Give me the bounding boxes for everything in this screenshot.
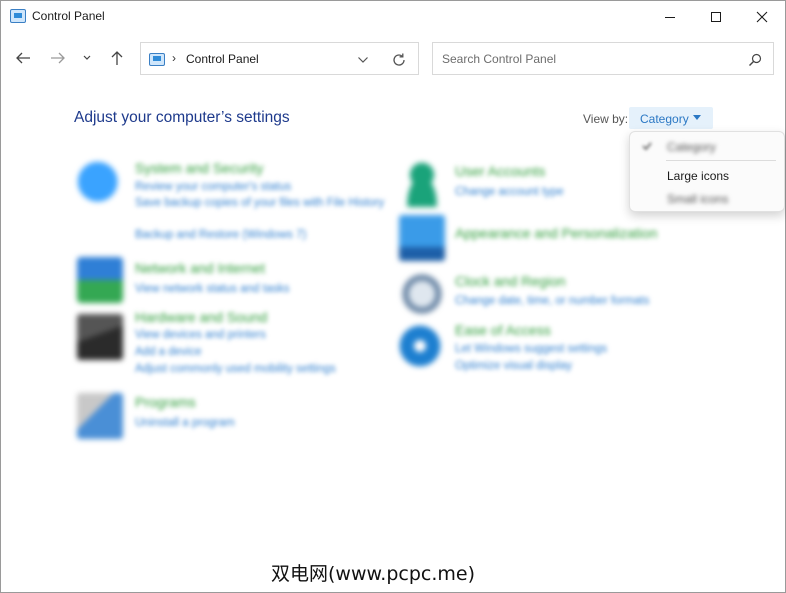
- caret-down-icon: [693, 115, 701, 120]
- refresh-icon: [393, 53, 405, 66]
- breadcrumb-separator[interactable]: ›: [172, 51, 176, 65]
- category-link[interactable]: Let Windows suggest settings: [455, 343, 607, 355]
- up-button[interactable]: [105, 46, 129, 70]
- refresh-button[interactable]: [389, 51, 409, 69]
- control-panel-window: Control Panel › Control Panel Search Con…: [0, 0, 786, 593]
- close-icon: [756, 11, 768, 22]
- category-link[interactable]: Save backup copies of your files with Fi…: [135, 197, 384, 209]
- chevron-down-icon: [358, 57, 368, 63]
- category-link[interactable]: Change account type: [455, 186, 564, 198]
- page-title: Adjust your computer’s settings: [74, 109, 290, 126]
- breadcrumb-control-panel[interactable]: Control Panel: [186, 52, 259, 66]
- category-link[interactable]: View network status and tasks: [135, 283, 289, 295]
- search-icon[interactable]: [747, 52, 763, 68]
- back-button[interactable]: [11, 46, 35, 70]
- arrow-right-icon: [51, 52, 65, 64]
- minimize-button[interactable]: [647, 1, 693, 32]
- menu-item-large-icons[interactable]: Large icons: [630, 164, 784, 188]
- category-title[interactable]: User Accounts: [455, 163, 545, 179]
- view-by-menu: Category Large icons Small icons: [629, 131, 785, 212]
- watermark-text: 双电网(www.pcpc.me): [271, 563, 475, 585]
- forward-button[interactable]: [46, 46, 70, 70]
- menu-divider: [666, 160, 776, 161]
- menu-item-category[interactable]: Category: [630, 135, 784, 159]
- address-bar[interactable]: › Control Panel: [140, 42, 419, 75]
- address-history-button[interactable]: [353, 52, 373, 68]
- ease-of-access-icon: [397, 323, 443, 369]
- shield-icon: [77, 161, 123, 207]
- search-input[interactable]: Search Control Panel: [442, 52, 556, 66]
- control-panel-icon: [149, 53, 165, 66]
- category-title[interactable]: Clock and Region: [455, 273, 566, 289]
- category-title[interactable]: Appearance and Personalization: [455, 225, 657, 241]
- category-link[interactable]: Backup and Restore (Windows 7): [135, 229, 306, 241]
- category-link[interactable]: Adjust commonly used mobility settings: [135, 363, 336, 375]
- category-title[interactable]: Programs: [135, 394, 196, 410]
- maximize-icon: [711, 11, 721, 22]
- menu-item-small-icons[interactable]: Small icons: [630, 187, 784, 211]
- menu-item-label: Small icons: [667, 192, 729, 206]
- appearance-icon: [399, 215, 445, 261]
- view-by-value: Category: [640, 112, 689, 126]
- user-accounts-icon: [399, 161, 445, 207]
- category-link[interactable]: Uninstall a program: [135, 417, 235, 429]
- category-title[interactable]: Hardware and Sound: [135, 309, 267, 325]
- arrow-up-icon: [111, 51, 123, 65]
- category-title[interactable]: System and Security: [135, 160, 263, 176]
- view-by-dropdown[interactable]: Category: [629, 107, 713, 129]
- category-link[interactable]: Change date, time, or number formats: [455, 295, 649, 307]
- menu-item-label: Large icons: [667, 169, 730, 183]
- chevron-down-icon: [83, 55, 91, 60]
- search-box[interactable]: Search Control Panel: [432, 42, 774, 75]
- clock-globe-icon: [399, 271, 445, 317]
- category-link[interactable]: Add a device: [135, 346, 202, 358]
- category-title[interactable]: Ease of Access: [455, 322, 551, 338]
- view-by-label: View by:: [583, 112, 629, 126]
- programs-icon: [77, 393, 123, 439]
- close-button[interactable]: [739, 1, 785, 32]
- window-title: Control Panel: [32, 9, 105, 23]
- title-bar[interactable]: Control Panel: [1, 1, 785, 32]
- menu-item-label: Category: [667, 140, 716, 154]
- category-link[interactable]: Optimize visual display: [455, 360, 572, 372]
- recent-locations-button[interactable]: [77, 46, 97, 70]
- printer-speaker-icon: [77, 314, 123, 360]
- category-link[interactable]: View devices and printers: [135, 329, 266, 341]
- checkmark-icon: [642, 142, 652, 151]
- network-globe-icon: [77, 257, 123, 303]
- control-panel-icon: [10, 9, 26, 23]
- maximize-button[interactable]: [693, 1, 739, 32]
- category-title[interactable]: Network and Internet: [135, 260, 265, 276]
- minimize-icon: [665, 16, 675, 18]
- arrow-left-icon: [16, 52, 30, 64]
- category-link[interactable]: Review your computer's status: [135, 181, 291, 193]
